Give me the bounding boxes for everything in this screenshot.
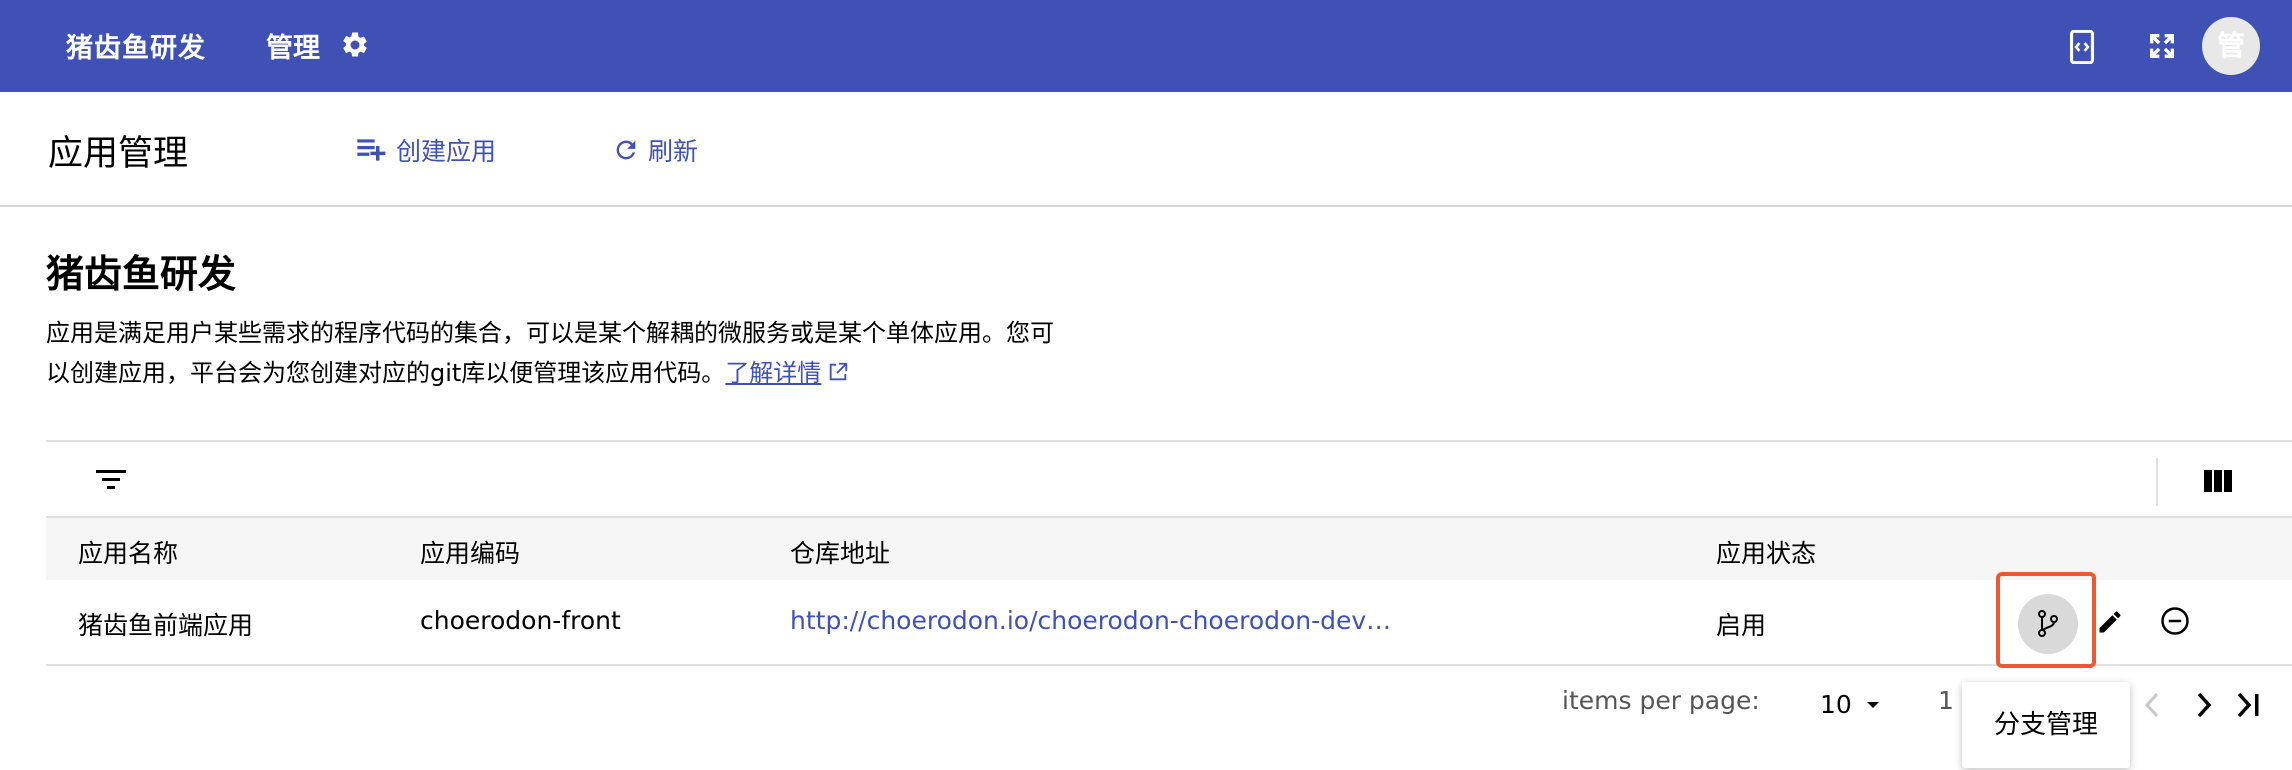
column-header-name[interactable]: 应用名称 [78,534,178,570]
table-toolbar [46,440,2292,516]
app-table: 应用名称 应用编码 仓库地址 应用状态 猪齿鱼前端应用 choerodon-fr… [46,440,2292,668]
organization-name[interactable]: 猪齿鱼研发 [66,26,206,65]
table-header: 应用名称 应用编码 仓库地址 应用状态 [46,516,2292,580]
view-column-icon[interactable] [2204,470,2232,492]
refresh-label: 刷新 [648,137,699,166]
branch-icon [2038,610,2058,637]
column-header-code[interactable]: 应用编码 [420,534,520,570]
manage-menu-label[interactable]: 管理 [266,26,320,65]
items-per-page-label: items per page: [1562,686,1760,715]
refresh-icon [616,140,636,160]
create-app-label: 创建应用 [396,137,497,166]
status-cell: 启用 [1716,611,1767,640]
chevron-left-icon[interactable] [2140,690,2166,720]
description: 应用是满足用户某些需求的程序代码的集合，可以是某个解耦的微服务或是某个单体应用。… [46,313,1076,393]
toolbar-divider [2156,458,2158,506]
fullscreen-icon[interactable] [2146,30,2178,62]
remove-circle-icon[interactable] [2160,606,2190,636]
table-row: 猪齿鱼前端应用 choerodon-front http://choerodon… [46,572,2292,668]
gear-icon[interactable] [340,30,370,60]
playlist-add-icon [357,139,386,161]
top-navigation-bar: 猪齿鱼研发 管理 管 [0,0,2292,92]
column-header-status[interactable]: 应用状态 [1716,534,1816,570]
description-text: 应用是满足用户某些需求的程序代码的集合，可以是某个解耦的微服务或是某个单体应用。… [46,319,1054,387]
page-size-select[interactable]: 10 [1820,690,1852,719]
code-switch-icon[interactable] [2066,30,2098,64]
section-title: 猪齿鱼研发 [46,252,237,296]
filter-icon[interactable] [96,468,126,492]
branch-management-button[interactable] [2018,594,2078,654]
avatar[interactable]: 管 [2202,17,2260,75]
refresh-button[interactable]: 刷新 [612,132,698,168]
branch-action-highlight [1996,572,2096,668]
create-app-button[interactable]: 创建应用 [356,132,496,168]
repo-url-link[interactable]: http://choerodon.io/choerodon-choerodon-… [790,606,1391,635]
page-header: 应用管理 创建应用 刷新 [0,92,2292,207]
page-title: 应用管理 [48,134,189,174]
last-page-icon[interactable] [2234,690,2264,720]
column-header-repo[interactable]: 仓库地址 [790,534,890,570]
edit-icon[interactable] [2096,608,2124,636]
branch-management-tooltip: 分支管理 [1962,682,2130,768]
chevron-right-icon[interactable] [2190,690,2216,720]
chevron-down-icon[interactable] [1866,700,1880,710]
app-code-cell: choerodon-front [420,606,621,635]
learn-more-link[interactable]: 了解详情 [725,359,821,387]
external-link-icon[interactable] [827,361,849,383]
app-name-cell: 猪齿鱼前端应用 [78,611,254,640]
